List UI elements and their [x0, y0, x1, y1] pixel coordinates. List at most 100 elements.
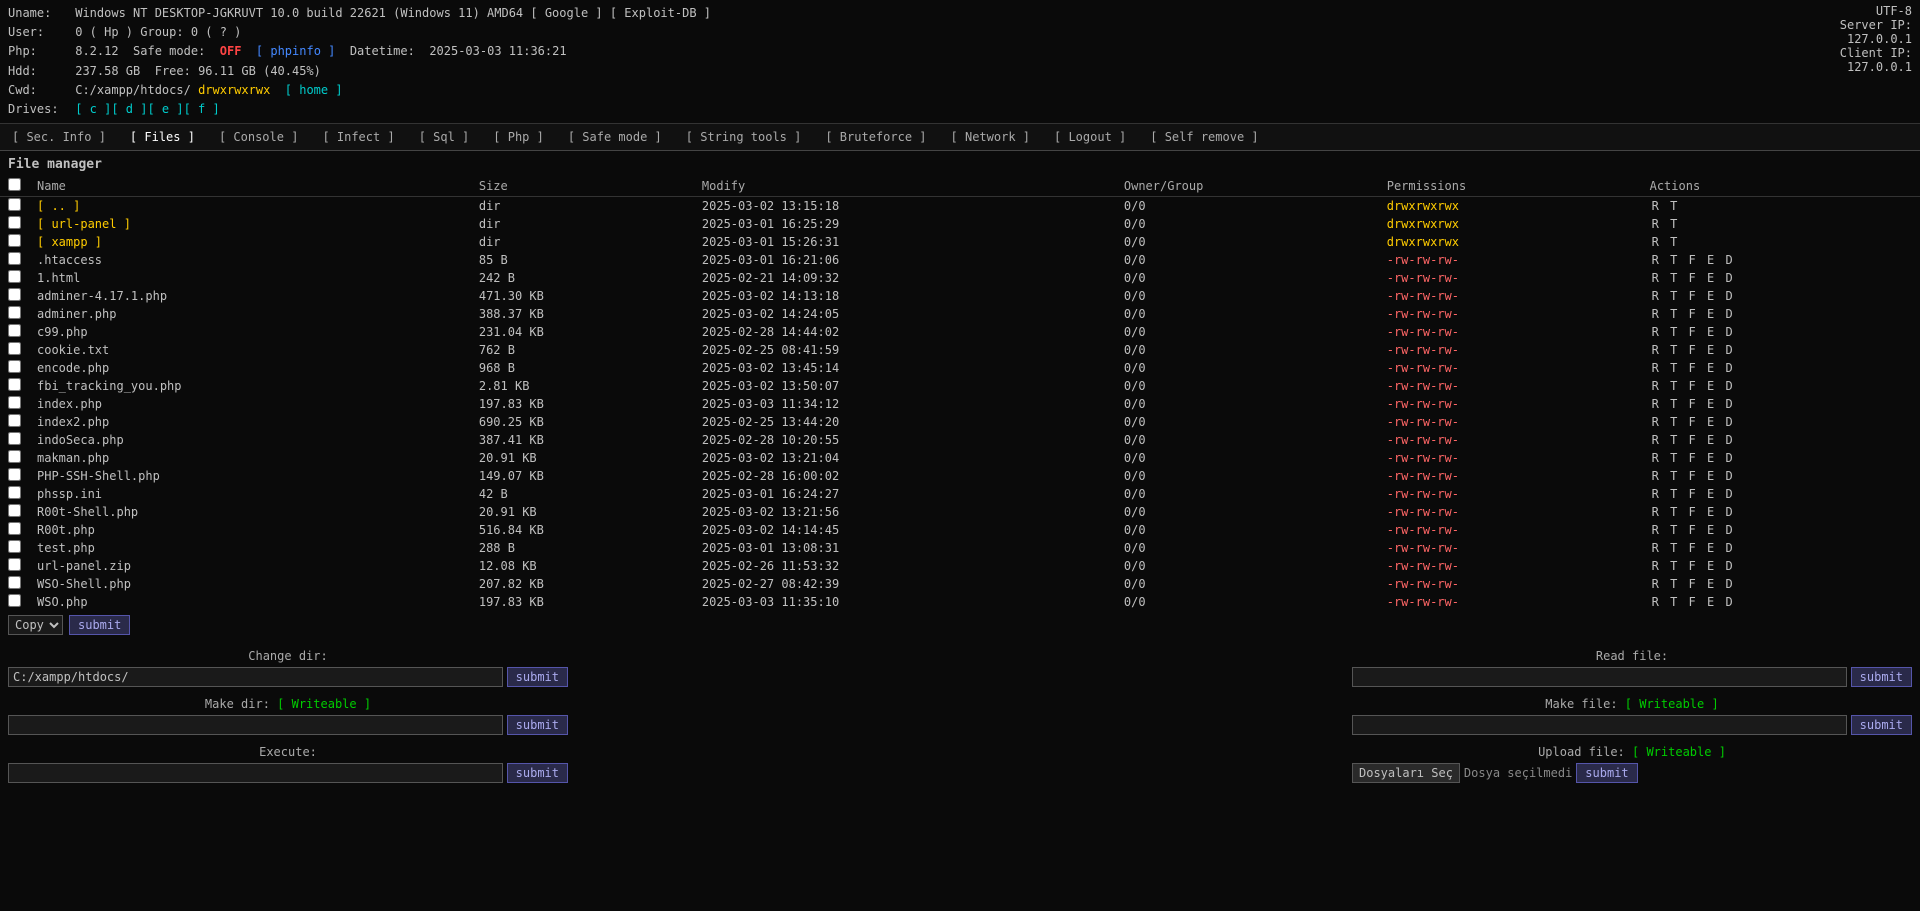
action-e[interactable]: E [1707, 325, 1714, 339]
action-f[interactable]: F [1689, 595, 1696, 609]
file-perms[interactable]: -rw-rw-rw- [1379, 269, 1642, 287]
action-f[interactable]: F [1689, 433, 1696, 447]
action-r[interactable]: R [1652, 505, 1659, 519]
file-name[interactable]: [ xampp ] [29, 233, 471, 251]
file-name[interactable]: fbi_tracking_you.php [29, 377, 471, 395]
action-t[interactable]: T [1670, 361, 1677, 375]
action-e[interactable]: E [1707, 595, 1714, 609]
action-f[interactable]: F [1689, 325, 1696, 339]
file-name[interactable]: WSO.php [29, 593, 471, 611]
row-checkbox[interactable] [8, 378, 21, 391]
file-perms[interactable]: -rw-rw-rw- [1379, 431, 1642, 449]
file-perms[interactable]: -rw-rw-rw- [1379, 323, 1642, 341]
action-t[interactable]: T [1670, 271, 1677, 285]
nav-network[interactable]: [ Network ] [939, 128, 1042, 146]
file-name[interactable]: index.php [29, 395, 471, 413]
row-checkbox[interactable] [8, 486, 21, 499]
select-all-checkbox[interactable] [8, 178, 21, 191]
file-name[interactable]: cookie.txt [29, 341, 471, 359]
action-r[interactable]: R [1652, 397, 1659, 411]
action-f[interactable]: F [1689, 505, 1696, 519]
action-r[interactable]: R [1652, 307, 1659, 321]
action-d[interactable]: D [1725, 253, 1732, 267]
file-perms[interactable]: -rw-rw-rw- [1379, 341, 1642, 359]
action-r[interactable]: R [1652, 289, 1659, 303]
action-t[interactable]: T [1670, 505, 1677, 519]
row-checkbox[interactable] [8, 576, 21, 589]
file-name[interactable]: c99.php [29, 323, 471, 341]
row-checkbox[interactable] [8, 504, 21, 517]
action-r[interactable]: R [1652, 487, 1659, 501]
action-f[interactable]: F [1689, 289, 1696, 303]
nav-safe-mode[interactable]: [ Safe mode ] [556, 128, 674, 146]
action-f[interactable]: F [1689, 577, 1696, 591]
cwd-perms[interactable]: drwxrwxrwx [198, 83, 270, 97]
row-checkbox[interactable] [8, 432, 21, 445]
file-perms[interactable]: -rw-rw-rw- [1379, 593, 1642, 611]
row-checkbox[interactable] [8, 198, 21, 211]
action-e[interactable]: E [1707, 397, 1714, 411]
action-t[interactable]: T [1670, 577, 1677, 591]
action-d[interactable]: D [1725, 505, 1732, 519]
file-name[interactable]: R00t-Shell.php [29, 503, 471, 521]
row-checkbox[interactable] [8, 414, 21, 427]
action-d[interactable]: D [1725, 523, 1732, 537]
action-e[interactable]: E [1707, 343, 1714, 357]
file-perms[interactable]: -rw-rw-rw- [1379, 359, 1642, 377]
action-f[interactable]: F [1689, 559, 1696, 573]
action-r[interactable]: R [1652, 361, 1659, 375]
action-r[interactable]: R [1652, 199, 1659, 213]
action-r[interactable]: R [1652, 325, 1659, 339]
file-name[interactable]: PHP-SSH-Shell.php [29, 467, 471, 485]
file-perms[interactable]: -rw-rw-rw- [1379, 251, 1642, 269]
action-f[interactable]: F [1689, 361, 1696, 375]
action-r[interactable]: R [1652, 433, 1659, 447]
nav-bruteforce[interactable]: [ Bruteforce ] [813, 128, 938, 146]
action-e[interactable]: E [1707, 307, 1714, 321]
read-file-input[interactable] [1352, 667, 1847, 687]
file-perms[interactable]: -rw-rw-rw- [1379, 503, 1642, 521]
action-t[interactable]: T [1670, 253, 1677, 267]
action-e[interactable]: E [1707, 505, 1714, 519]
change-dir-submit[interactable]: submit [507, 667, 568, 687]
row-checkbox[interactable] [8, 540, 21, 553]
action-d[interactable]: D [1725, 289, 1732, 303]
action-e[interactable]: E [1707, 415, 1714, 429]
file-perms[interactable]: -rw-rw-rw- [1379, 575, 1642, 593]
file-perms[interactable]: -rw-rw-rw- [1379, 287, 1642, 305]
file-perms[interactable]: -rw-rw-rw- [1379, 557, 1642, 575]
make-dir-submit[interactable]: submit [507, 715, 568, 735]
action-r[interactable]: R [1652, 235, 1659, 249]
action-t[interactable]: T [1670, 289, 1677, 303]
action-t[interactable]: T [1670, 541, 1677, 555]
action-r[interactable]: R [1652, 577, 1659, 591]
upload-choose-button[interactable]: Dosyaları Seç [1352, 763, 1460, 783]
file-perms[interactable]: -rw-rw-rw- [1379, 395, 1642, 413]
row-checkbox[interactable] [8, 522, 21, 535]
nav-infect[interactable]: [ Infect ] [310, 128, 406, 146]
action-t[interactable]: T [1670, 325, 1677, 339]
row-checkbox[interactable] [8, 360, 21, 373]
row-checkbox[interactable] [8, 216, 21, 229]
row-checkbox[interactable] [8, 558, 21, 571]
action-t[interactable]: T [1670, 559, 1677, 573]
nav-sec-info[interactable]: [ Sec. Info ] [0, 128, 118, 146]
file-perms[interactable]: drwxrwxrwx [1379, 233, 1642, 251]
action-t[interactable]: T [1670, 595, 1677, 609]
execute-submit[interactable]: submit [507, 763, 568, 783]
action-f[interactable]: F [1689, 379, 1696, 393]
row-checkbox[interactable] [8, 306, 21, 319]
file-perms[interactable]: -rw-rw-rw- [1379, 539, 1642, 557]
action-t[interactable]: T [1670, 451, 1677, 465]
copy-select[interactable]: Copy Move [8, 615, 63, 635]
action-r[interactable]: R [1652, 271, 1659, 285]
action-t[interactable]: T [1670, 217, 1677, 231]
action-t[interactable]: T [1670, 199, 1677, 213]
file-perms[interactable]: -rw-rw-rw- [1379, 467, 1642, 485]
action-e[interactable]: E [1707, 289, 1714, 303]
action-r[interactable]: R [1652, 253, 1659, 267]
drives-value[interactable]: [ c ][ d ][ e ][ f ] [75, 102, 220, 116]
file-name[interactable]: .htaccess [29, 251, 471, 269]
file-name[interactable]: adminer.php [29, 305, 471, 323]
action-d[interactable]: D [1725, 325, 1732, 339]
